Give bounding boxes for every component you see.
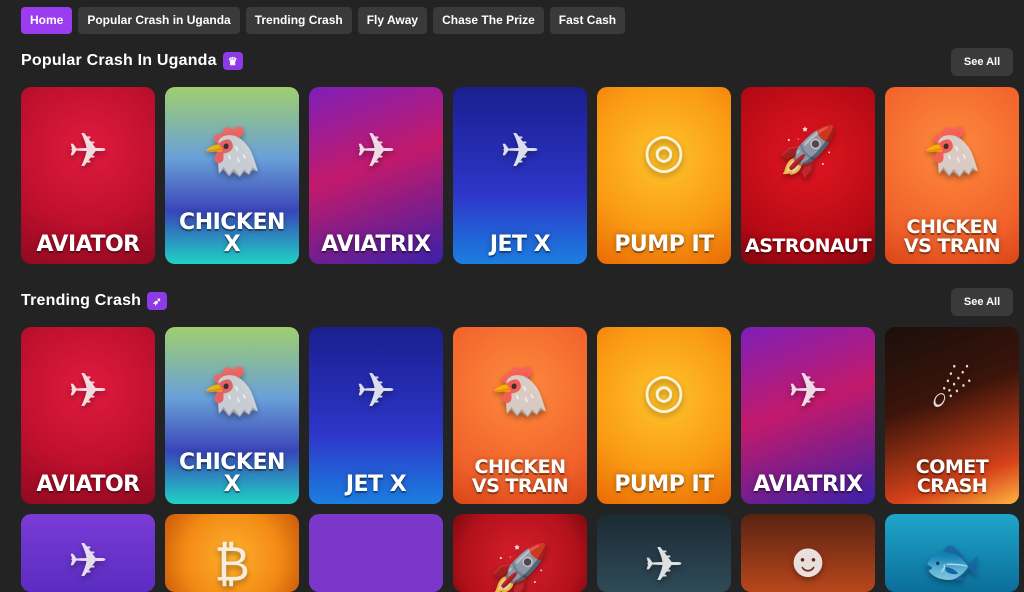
chicken-icon: 🐔 [202, 365, 262, 419]
jet-icon: ✈ [355, 364, 397, 418]
game-card-jet-x[interactable]: ✈ JET X [309, 327, 443, 504]
biplane-icon: ✈ [67, 534, 109, 588]
category-tabs: Home Popular Crash in Uganda Trending Cr… [21, 7, 626, 34]
game-title: AVIATOR [36, 232, 140, 257]
game-card-fighter-jet[interactable]: ✈ [597, 514, 731, 592]
section-title-text: Popular Crash In Uganda [21, 52, 217, 69]
game-card-jet-x[interactable]: ✈ JET X [453, 87, 587, 264]
game-title: JET X [489, 232, 551, 257]
jet-icon: ✈ [499, 124, 541, 178]
bitcoin-icon: ₿ [214, 538, 250, 592]
see-all-button-trending[interactable]: See All [951, 288, 1013, 316]
game-title: ASTRONAUT [745, 235, 872, 257]
game-title: AVIATRIX [753, 472, 863, 497]
game-card-boxer[interactable]: ☻ [741, 514, 875, 592]
game-title: CHICKEN VS TRAIN [903, 216, 1001, 257]
rocket-icon: 🚀 [778, 125, 838, 179]
tab-fast-cash[interactable]: Fast Cash [549, 7, 626, 34]
comet-icon: ☄ [930, 364, 974, 418]
game-card-chicken-vs-train[interactable]: 🐔 CHICKEN VS TRAIN [453, 327, 587, 504]
game-card-chicken-x[interactable]: 🐔 CHICKEN X [165, 87, 299, 264]
trophy-icon: ♛ [222, 52, 243, 70]
game-card-astronaut[interactable]: 🚀 ASTRONAUT [741, 87, 875, 264]
chicken-icon: 🐔 [202, 125, 262, 179]
airplane-icon: ✈ [67, 124, 109, 178]
game-title: CHICKEN VS TRAIN [471, 456, 569, 497]
game-title: CHICKEN X [179, 210, 285, 257]
game-title: AVIATRIX [321, 232, 431, 257]
game-title: JET X [345, 472, 407, 497]
game-row-popular: ✈ AVIATOR 🐔 CHICKEN X ✈ AVIATRIX ✈ JET X… [21, 87, 1019, 264]
jet-icon: ✈ [787, 364, 829, 418]
game-card-aviator[interactable]: ✈ AVIATOR [21, 327, 155, 504]
game-title: PUMP IT [614, 232, 714, 257]
boxer-icon: ☻ [782, 534, 834, 588]
game-title: AVIATOR [36, 472, 140, 497]
game-title: PUMP IT [614, 472, 714, 497]
game-card-comet-crash[interactable]: ☄ COMET CRASH [885, 327, 1019, 504]
jet-icon: ✈ [355, 124, 397, 178]
game-row-trending: ✈ AVIATOR 🐔 CHICKEN X ✈ JET X 🐔 CHICKEN … [21, 327, 1019, 504]
tab-popular-crash-in-uganda[interactable]: Popular Crash in Uganda [78, 7, 240, 34]
wheel-icon: ◎ [643, 124, 685, 178]
fish-icon: 🐟 [922, 535, 982, 589]
tab-trending-crash[interactable]: Trending Crash [245, 7, 352, 34]
see-all-button-popular[interactable]: See All [951, 48, 1013, 76]
rocket-icon: ➶ [147, 292, 168, 310]
chicken-icon: 🐔 [922, 125, 982, 179]
rocket-icon: 🚀 [490, 543, 550, 592]
game-card-pump-it[interactable]: ◎ PUMP IT [597, 327, 731, 504]
fighter-jet-icon: ✈ [643, 538, 685, 592]
game-title: CHICKEN X [179, 450, 285, 497]
section-title-text: Trending Crash [21, 292, 142, 309]
section-title-popular-crash: Popular Crash In Uganda ♛ [21, 52, 243, 70]
chicken-icon: 🐔 [490, 365, 550, 419]
game-card-rocket[interactable]: 🚀 [453, 514, 587, 592]
game-card-chicken-x[interactable]: 🐔 CHICKEN X [165, 327, 299, 504]
game-card-aviatrix[interactable]: ✈ AVIATRIX [741, 327, 875, 504]
section-title-trending-crash: Trending Crash ➶ [21, 292, 168, 310]
tab-fly-away[interactable]: Fly Away [357, 7, 428, 34]
game-card-purple[interactable] [309, 514, 443, 592]
tab-chase-the-prize[interactable]: Chase The Prize [433, 7, 544, 34]
tab-home[interactable]: Home [21, 7, 73, 34]
game-card-fish[interactable]: 🐟 [885, 514, 1019, 592]
game-card-bitcoin[interactable]: ₿ [165, 514, 299, 592]
game-title: COMET CRASH [915, 456, 989, 497]
airplane-icon: ✈ [67, 364, 109, 418]
game-card-aviator[interactable]: ✈ AVIATOR [21, 87, 155, 264]
game-card-chicken-vs-train[interactable]: 🐔 CHICKEN VS TRAIN [885, 87, 1019, 264]
game-card-aviatrix[interactable]: ✈ AVIATRIX [309, 87, 443, 264]
game-card-biplane[interactable]: ✈ [21, 514, 155, 592]
game-card-pump-it[interactable]: ◎ PUMP IT [597, 87, 731, 264]
game-row-third: ✈ ₿ 🚀 ✈ ☻ 🐟 [21, 514, 1019, 592]
wheel-icon: ◎ [643, 364, 685, 418]
